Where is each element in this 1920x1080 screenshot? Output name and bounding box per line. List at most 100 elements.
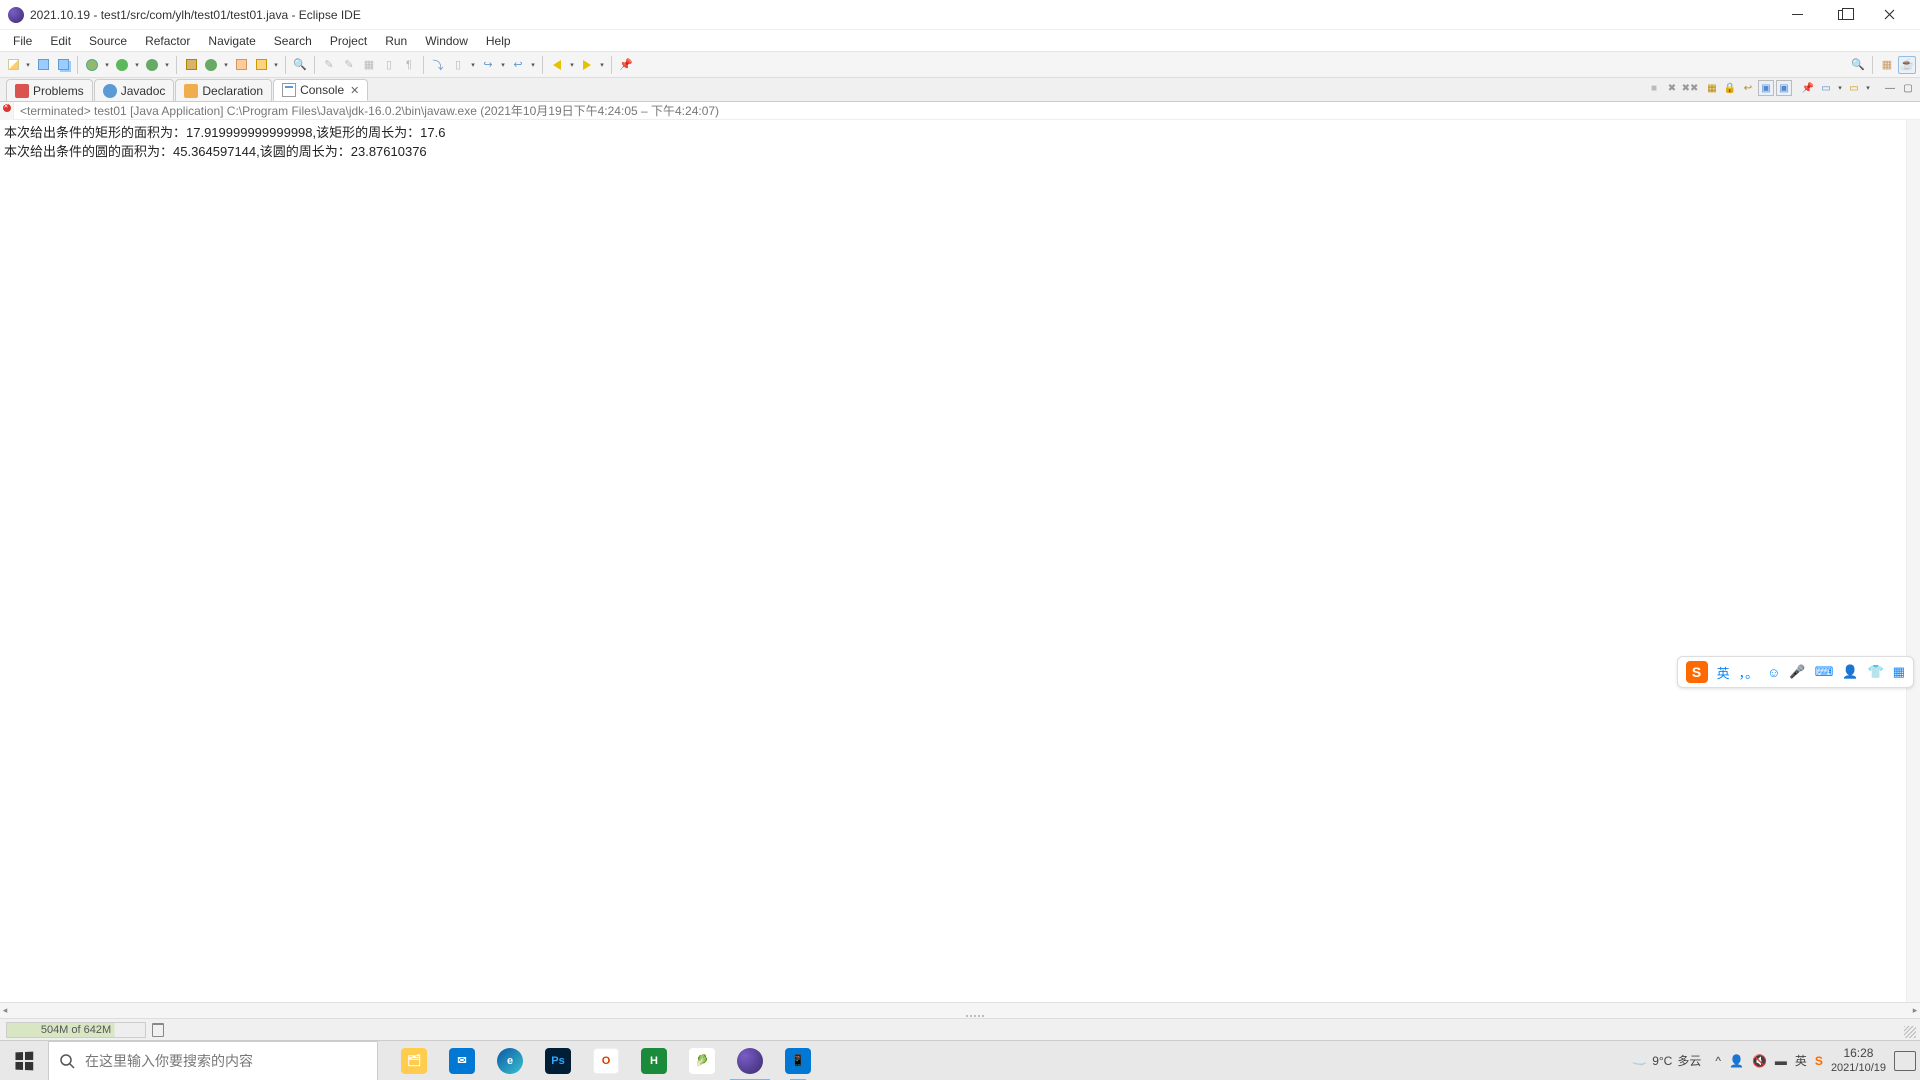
next-dropdown[interactable]: ▾ (529, 56, 537, 74)
start-button[interactable] (0, 1041, 48, 1080)
menu-navigate[interactable]: Navigate (199, 32, 264, 50)
skip-button[interactable]: ↪ (479, 56, 497, 74)
toggle-block-button[interactable]: ✎ (340, 56, 358, 74)
new-class-dropdown[interactable]: ▾ (222, 56, 230, 74)
menu-run[interactable]: Run (376, 32, 416, 50)
ime-toolbar[interactable]: S 英 ，。 ☺ 🎤 ⌨ 👤 👕 ▦ (1677, 656, 1914, 688)
taskbar-photoshop[interactable]: Ps (534, 1041, 582, 1080)
menu-edit[interactable]: Edit (41, 32, 80, 50)
minimize-view-button[interactable]: — (1882, 80, 1898, 96)
open-type-dropdown[interactable]: ▾ (272, 56, 280, 74)
tray-volume-icon[interactable]: 🔇 (1752, 1054, 1767, 1068)
taskbar-search[interactable]: 在这里输入你要搜索的内容 (48, 1041, 378, 1080)
pin-console-button[interactable]: 📌 (1800, 80, 1816, 96)
tab-javadoc[interactable]: Javadoc (94, 79, 175, 101)
forward-button[interactable] (578, 56, 596, 74)
clear-console-button[interactable]: ▦ (1704, 80, 1720, 96)
terminate-button[interactable]: ■ (1646, 80, 1662, 96)
debug-dropdown[interactable]: ▾ (103, 56, 111, 74)
ime-user-icon[interactable]: 👤 (1842, 664, 1858, 680)
menu-refactor[interactable]: Refactor (136, 32, 199, 50)
scroll-right-icon[interactable]: ▸ (1910, 1005, 1920, 1016)
gc-button[interactable] (152, 1023, 164, 1037)
taskbar-edge[interactable]: e (486, 1041, 534, 1080)
run-dropdown[interactable]: ▾ (133, 56, 141, 74)
word-wrap-button[interactable]: ↩ (1740, 80, 1756, 96)
close-button[interactable] (1866, 0, 1912, 30)
new-button[interactable] (4, 56, 22, 74)
skip-dropdown[interactable]: ▾ (499, 56, 507, 74)
remove-launch-button[interactable]: ✖ (1664, 80, 1680, 96)
weather-widget[interactable]: ☁️ 9°C 多云 (1632, 1052, 1701, 1069)
next-button[interactable]: ↩ (509, 56, 527, 74)
tray-battery-icon[interactable]: ▬ (1775, 1054, 1787, 1068)
ime-voice-icon[interactable]: 🎤 (1789, 664, 1805, 680)
quick-access-button[interactable]: 🔍 (1849, 56, 1867, 74)
minimize-button[interactable] (1774, 0, 1820, 30)
tray-clock[interactable]: 16:28 2021/10/19 (1831, 1047, 1886, 1075)
save-button[interactable] (34, 56, 52, 74)
tab-problems[interactable]: Problems (6, 79, 93, 101)
sash-handle[interactable] (960, 1015, 990, 1021)
tray-people-icon[interactable]: 👤 (1729, 1054, 1744, 1068)
format-button[interactable]: ▦ (360, 56, 378, 74)
coverage-dropdown[interactable]: ▾ (163, 56, 171, 74)
display-console-dropdown[interactable]: ▾ (1836, 80, 1844, 96)
action-center-button[interactable] (1894, 1051, 1916, 1071)
tab-declaration[interactable]: Declaration (175, 79, 272, 101)
taskbar-eclipse[interactable] (726, 1041, 774, 1080)
remove-all-button[interactable]: ✖✖ (1682, 80, 1698, 96)
pin-editor-button[interactable]: 📌 (617, 56, 635, 74)
menu-search[interactable]: Search (265, 32, 321, 50)
maximize-view-button[interactable]: ▢ (1900, 80, 1916, 96)
ime-punct[interactable]: ，。 (1739, 663, 1759, 682)
console-output[interactable]: 本次给出条件的矩形的面积为：17.919999999999998,该矩形的周长为… (0, 120, 1906, 1002)
tab-console[interactable]: Console ✕ (273, 79, 368, 101)
close-tab-icon[interactable]: ✕ (350, 84, 359, 97)
ime-emoji-icon[interactable]: ☺ (1767, 665, 1780, 680)
back-button[interactable] (548, 56, 566, 74)
step-over-button[interactable]: ▯ (449, 56, 467, 74)
menu-window[interactable]: Window (416, 32, 477, 50)
menu-help[interactable]: Help (477, 32, 520, 50)
sogou-icon[interactable]: S (1686, 661, 1708, 683)
taskbar-office[interactable]: O (582, 1041, 630, 1080)
back-dropdown[interactable]: ▾ (568, 56, 576, 74)
new-package-button[interactable] (182, 56, 200, 74)
ime-toolbox-icon[interactable]: ▦ (1893, 664, 1905, 680)
ime-keyboard-icon[interactable]: ⌨ (1815, 664, 1834, 680)
run-button[interactable] (113, 56, 131, 74)
taskbar-phone-link[interactable]: 📱 (774, 1041, 822, 1080)
overview-ruler[interactable] (1906, 120, 1920, 1002)
show-console-button[interactable]: ▣ (1758, 80, 1774, 96)
debug-button[interactable] (83, 56, 101, 74)
menu-project[interactable]: Project (321, 32, 376, 50)
maximize-button[interactable] (1820, 0, 1866, 30)
java-perspective-button[interactable]: ☕ (1898, 56, 1916, 74)
step-button[interactable]: ⤵ (429, 56, 447, 74)
open-perspective-button[interactable]: ▦ (1878, 56, 1896, 74)
forward-dropdown[interactable]: ▾ (598, 56, 606, 74)
coverage-button[interactable] (143, 56, 161, 74)
resize-grip[interactable] (1904, 1026, 1916, 1038)
show-standard-out-button[interactable]: ▣ (1776, 80, 1792, 96)
new-folder-button[interactable] (232, 56, 250, 74)
open-type-button[interactable] (252, 56, 270, 74)
taskbar-explorer[interactable]: 🗂 (390, 1041, 438, 1080)
new-dropdown[interactable]: ▾ (24, 56, 32, 74)
heap-status[interactable]: 504M of 642M (6, 1022, 146, 1038)
ime-skin-icon[interactable]: 👕 (1868, 664, 1884, 680)
scroll-lock-button[interactable]: 🔒 (1722, 80, 1738, 96)
tray-ime-indicator[interactable]: 英 (1795, 1052, 1807, 1069)
new-class-button[interactable] (202, 56, 220, 74)
taskbar-hbuilder[interactable]: H (630, 1041, 678, 1080)
display-selected-console-button[interactable]: ▭ (1818, 80, 1834, 96)
open-console-dropdown[interactable]: ▾ (1864, 80, 1872, 96)
pin-button[interactable]: ¶ (400, 56, 418, 74)
save-all-button[interactable] (54, 56, 72, 74)
ime-lang[interactable]: 英 (1717, 663, 1730, 682)
search-toolbar-button[interactable]: 🔍 (291, 56, 309, 74)
mark-button[interactable]: ▯ (380, 56, 398, 74)
toggle-comment-button[interactable]: ✎ (320, 56, 338, 74)
tray-chevron-icon[interactable]: ^ (1715, 1054, 1721, 1068)
